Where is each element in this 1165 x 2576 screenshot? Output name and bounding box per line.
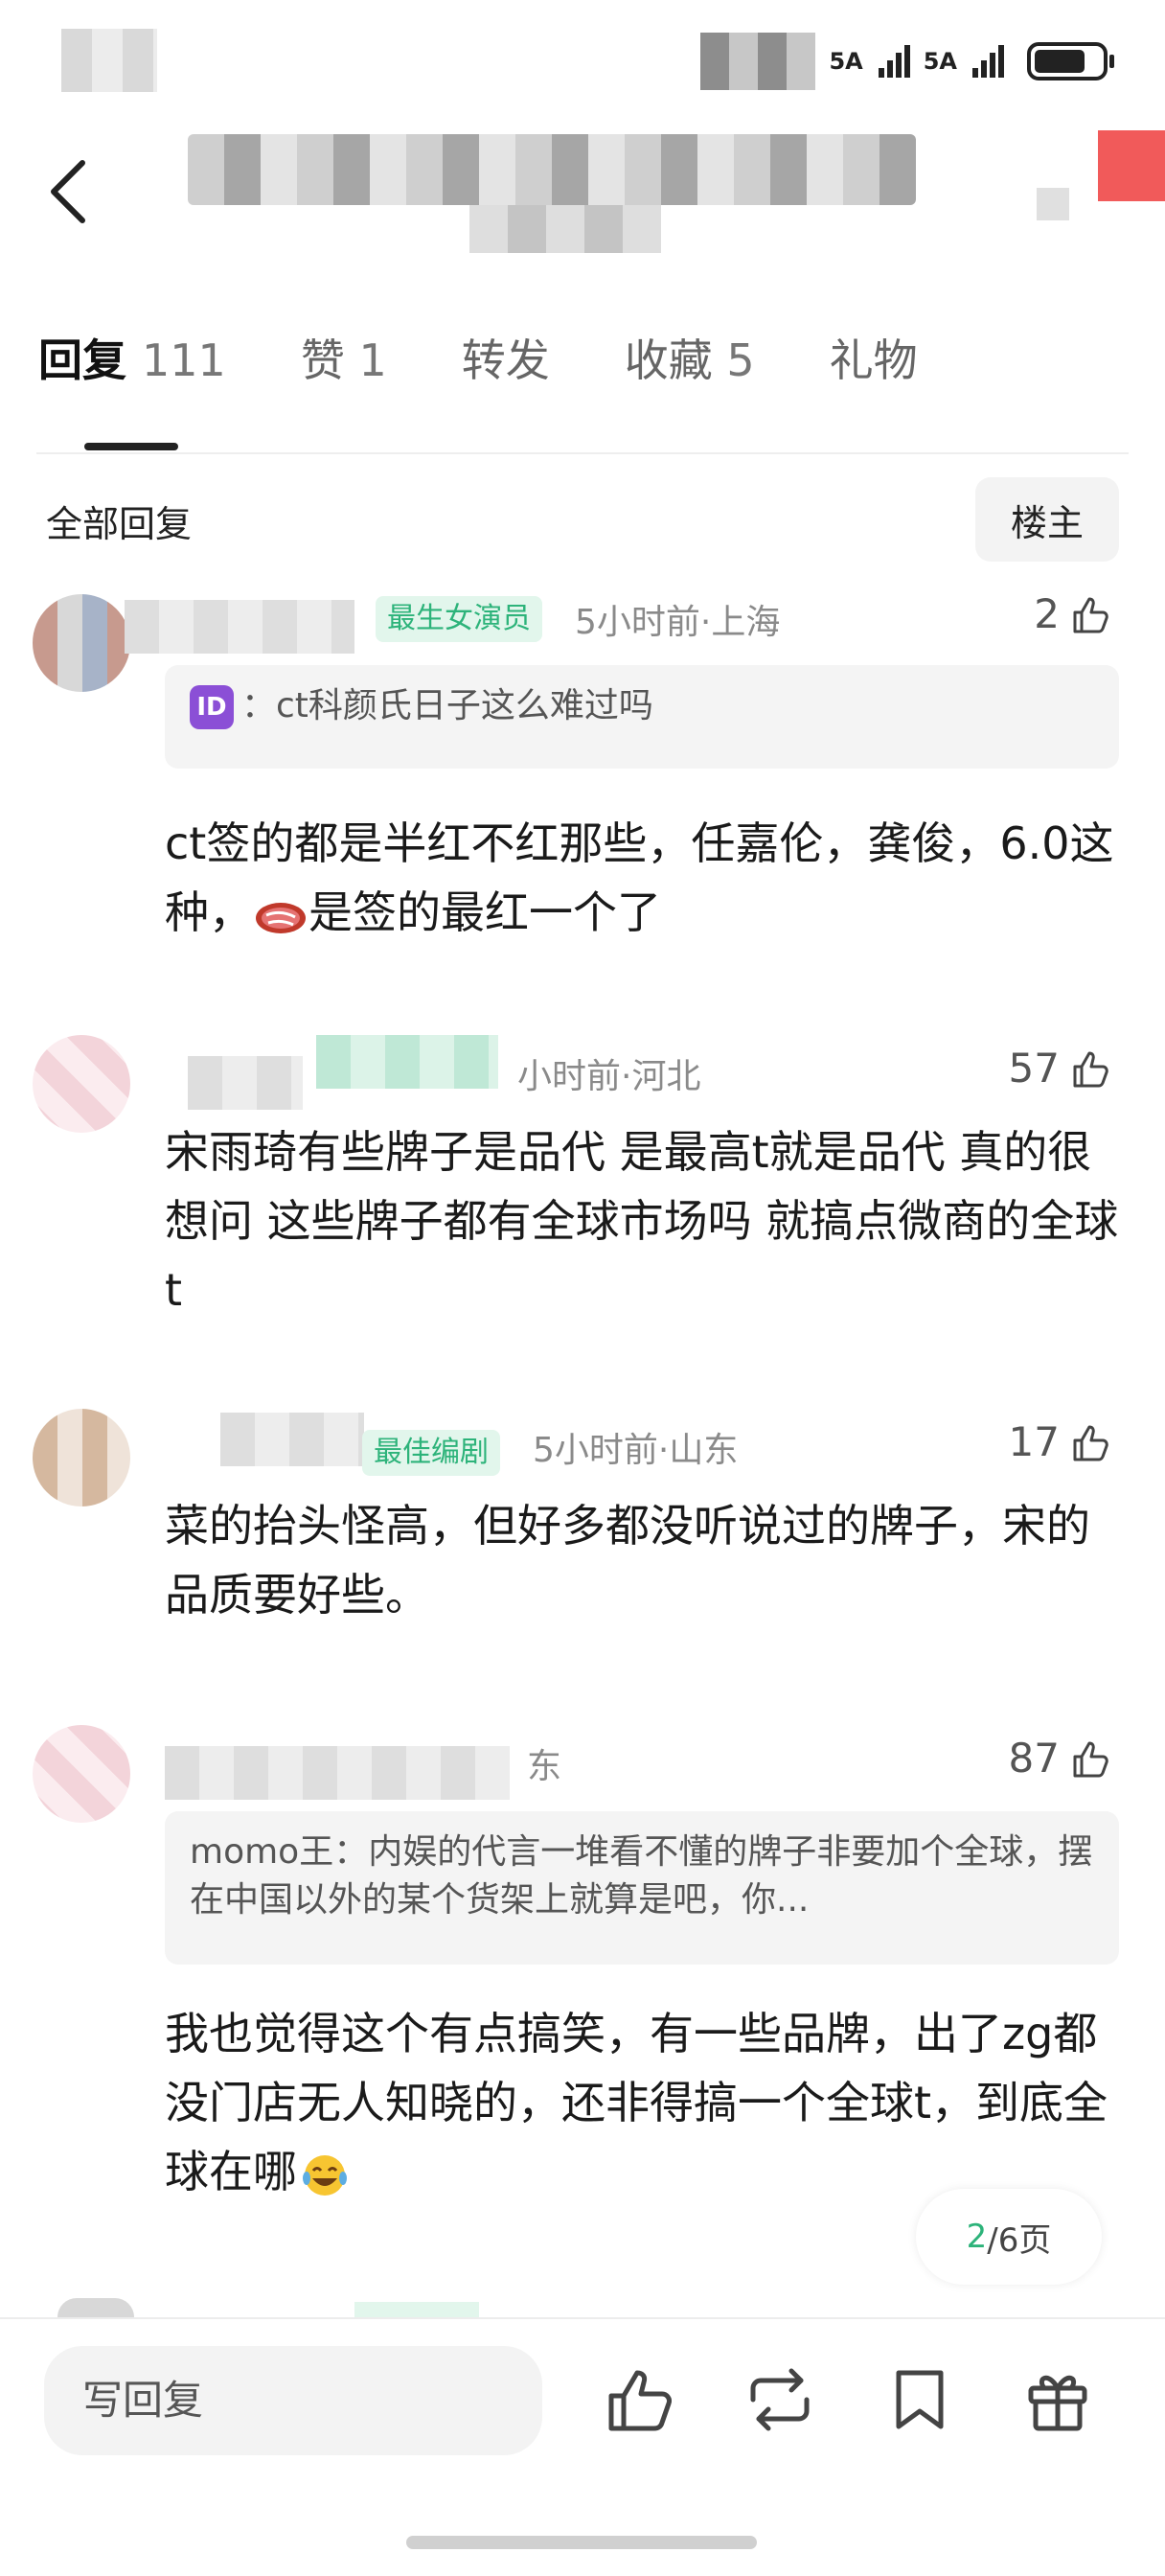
signal-icon: [878, 45, 910, 78]
next-comment-badge-partial: [354, 2302, 479, 2317]
current-page: 2: [966, 2218, 988, 2256]
tab-label: 回复: [38, 334, 126, 386]
tab-count: 111: [142, 334, 226, 386]
thumbs-up-icon: [1073, 597, 1108, 632]
tab-gifts[interactable]: 礼物: [830, 326, 918, 422]
tab-likes[interactable]: 赞 1: [301, 326, 387, 422]
home-indicator[interactable]: [406, 2536, 757, 2549]
tab-forwards[interactable]: 转发: [462, 326, 550, 422]
avatar[interactable]: [33, 594, 130, 692]
repost-icon[interactable]: [742, 2361, 818, 2438]
comment-meta: 小时前·河北: [517, 1057, 701, 1096]
tab-label: 礼物: [829, 334, 918, 386]
id-badge-icon: ID: [190, 685, 234, 729]
comment-text-part: 是签的最红一个了: [308, 886, 661, 938]
laughing-emoji-icon: [303, 2154, 347, 2196]
quote-text: ct科颜氏日子这么难过吗: [276, 686, 653, 725]
username-blurred[interactable]: [220, 1413, 364, 1466]
tab-count: 1: [358, 334, 387, 386]
username-blurred[interactable]: [188, 1056, 303, 1110]
avatar[interactable]: [33, 1035, 130, 1133]
divider: [36, 452, 1129, 454]
like-count: 17: [1008, 1418, 1060, 1465]
user-badge[interactable]: 最佳编剧: [362, 1430, 500, 1476]
post-tabs: 回复 111 赞 1 转发 收藏 5 礼物: [38, 326, 993, 422]
chevron-left-icon: [51, 160, 85, 223]
status-time-blurred: [61, 29, 157, 92]
status-bar: 5A 5A: [0, 0, 1165, 115]
like-button[interactable]: 2: [1034, 590, 1111, 637]
comment-meta: 东: [527, 1747, 562, 1786]
comment-text[interactable]: 我也觉得这个有点搞笑，有一些品牌，出了zg都没门店无人知晓的，还非得搞一个全球t…: [165, 1999, 1123, 2206]
comment-text[interactable]: ct签的都是半红不红那些，任嘉伦，龚俊，6.0这种， 是签的最红一个了: [165, 809, 1123, 947]
tab-favorites[interactable]: 收藏 5: [625, 326, 755, 422]
comment-text[interactable]: 宋雨琦有些牌子是品代 是最高t就是品代 真的很想问 这些牌子都有全球市场吗 就搞…: [165, 1117, 1123, 1324]
like-button[interactable]: 17: [1009, 1418, 1111, 1465]
comment-meta: 5小时前·山东: [533, 1431, 739, 1470]
quote-sep: ：: [241, 686, 277, 725]
reply-input[interactable]: 写回复: [44, 2346, 542, 2455]
tab-label: 转发: [461, 334, 550, 386]
steak-emoji-icon: [256, 902, 306, 933]
next-comment-avatar-partial: [57, 2298, 134, 2317]
signal-icon-2: [972, 45, 1004, 78]
thumbs-up-icon[interactable]: [602, 2361, 678, 2438]
bookmark-icon[interactable]: [881, 2361, 958, 2438]
back-button[interactable]: [38, 153, 105, 230]
header-blurred-element: [1037, 188, 1069, 220]
like-button[interactable]: 57: [1009, 1045, 1111, 1092]
comment-meta: 5小时前·上海: [575, 603, 781, 642]
status-blurred-icons: [700, 33, 816, 90]
quoted-reply[interactable]: ID ：ct科颜氏日子这么难过吗: [165, 665, 1119, 769]
active-tab-indicator: [84, 443, 178, 450]
username-blurred[interactable]: [165, 1746, 510, 1800]
battery-icon: [1027, 42, 1114, 80]
header-blurred-avatar[interactable]: [1098, 130, 1165, 201]
total-pages: /6页: [987, 2220, 1052, 2260]
like-button[interactable]: 87: [1009, 1735, 1111, 1782]
thumbs-up-icon: [1073, 1741, 1108, 1777]
post-title-blurred: [188, 134, 916, 205]
like-count: 87: [1008, 1735, 1060, 1782]
thumbs-up-icon: [1073, 1051, 1108, 1087]
post-header: [0, 115, 1165, 268]
tab-label: 收藏: [624, 334, 713, 386]
comment-text[interactable]: 菜的抬头怪高，但好多都没听说过的牌子，宋的品质要好些。: [165, 1491, 1123, 1629]
thumbs-up-icon: [1073, 1425, 1108, 1460]
avatar[interactable]: [33, 1409, 130, 1506]
tab-count: 5: [726, 334, 755, 386]
gift-icon[interactable]: [1019, 2361, 1096, 2438]
username-blurred[interactable]: [125, 600, 354, 654]
signal-label-2: 5A: [923, 48, 957, 75]
like-count: 57: [1008, 1045, 1060, 1092]
all-replies-label: 全部回复: [46, 503, 193, 545]
avatar[interactable]: [33, 1725, 130, 1823]
page-indicator[interactable]: 2/6页: [916, 2189, 1102, 2285]
post-subtitle-blurred: [469, 205, 661, 253]
op-only-filter-button[interactable]: 楼主: [975, 477, 1119, 562]
username-blurred[interactable]: [316, 1035, 498, 1089]
tab-replies[interactable]: 回复 111: [38, 326, 226, 422]
user-badge[interactable]: 最生女演员: [376, 596, 542, 642]
status-icons: 5A 5A: [700, 33, 1114, 90]
quoted-reply[interactable]: momo王：内娱的代言一堆看不懂的牌子非要加个全球，摆在中国以外的某个货架上就算…: [165, 1811, 1119, 1965]
like-count: 2: [1034, 590, 1060, 637]
tab-label: 赞: [300, 334, 345, 386]
signal-label-1: 5A: [829, 48, 863, 75]
